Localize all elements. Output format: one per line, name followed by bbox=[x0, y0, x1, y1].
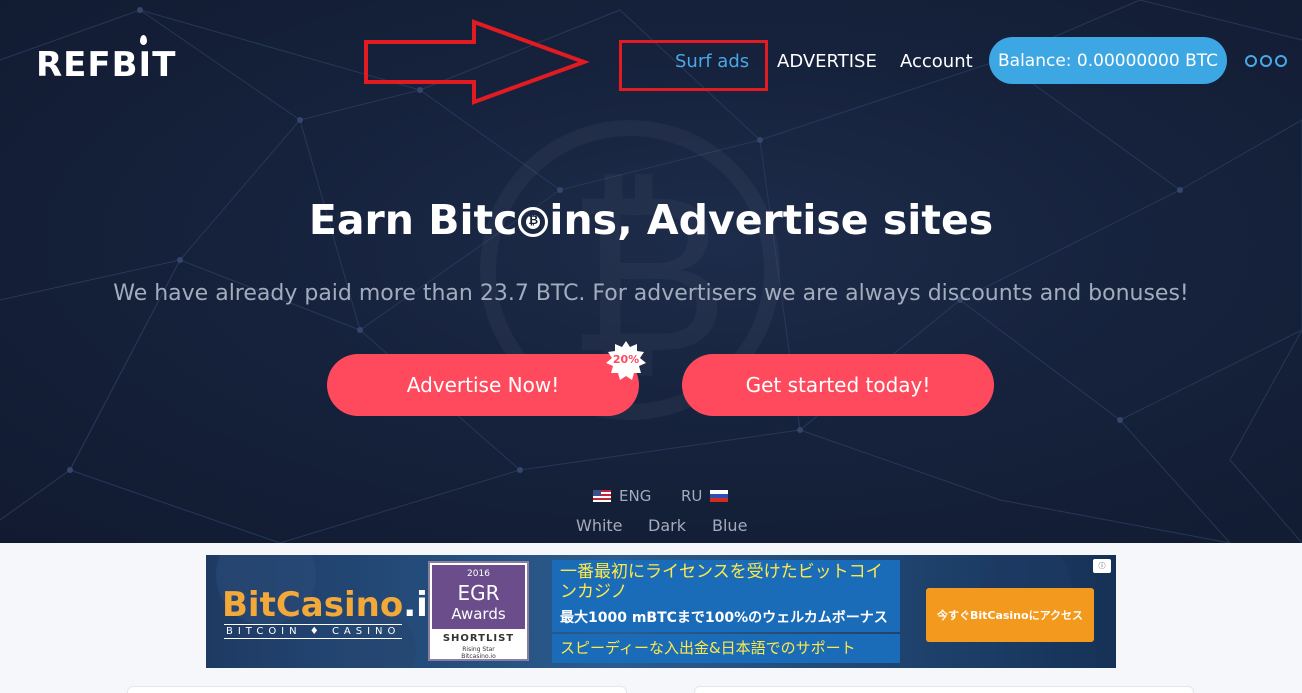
promo-line-3: スピーディーな入出金&日本語でのサポート bbox=[552, 634, 900, 663]
us-flag-icon bbox=[593, 490, 611, 502]
refbit-logo[interactable]: REFBIT bbox=[36, 35, 177, 85]
theme-white[interactable]: White bbox=[576, 516, 623, 535]
logo-text: REFBIT bbox=[36, 45, 177, 85]
award-title: EGR bbox=[457, 581, 500, 605]
headline-part-2: ins, Advertise sites bbox=[549, 196, 994, 244]
egr-award-badge: 2016 EGR Awards SHORTLIST Rising Star Bi… bbox=[428, 561, 529, 661]
bitcasino-tagline: BITCOIN ♦ CASINO bbox=[224, 624, 403, 639]
discount-badge: 20% bbox=[606, 341, 646, 381]
content-card bbox=[694, 686, 1194, 693]
promo-line-1: 一番最初にライセンスを受けたビットコインカジノ bbox=[552, 560, 900, 604]
annotation-highlight-box bbox=[619, 40, 768, 91]
language-ru-label: RU bbox=[681, 487, 703, 505]
language-eng-label: ENG bbox=[619, 487, 652, 505]
dot bbox=[1245, 55, 1257, 67]
award-category: Rising Star bbox=[462, 646, 495, 653]
theme-blue[interactable]: Blue bbox=[712, 516, 747, 535]
dot bbox=[1260, 55, 1272, 67]
adchoices-icon[interactable]: ⓘ bbox=[1093, 559, 1111, 573]
hero-subline: We have already paid more than 23.7 BTC.… bbox=[113, 281, 1189, 306]
hero-headline: Earn Bitc ins, Advertise sites bbox=[0, 196, 1302, 244]
award-year: 2016 bbox=[467, 569, 490, 579]
badge-text: 20% bbox=[612, 353, 640, 366]
bitcasino-access-button[interactable]: 今すぐBitCasinoにアクセス bbox=[926, 588, 1094, 642]
dot bbox=[1275, 55, 1287, 67]
balance-button[interactable]: Balance: 0.00000000 BTC bbox=[989, 37, 1227, 84]
advertise-now-button[interactable]: Advertise Now! bbox=[327, 354, 639, 416]
promo-line-2: 最大1000 mBTCまで100%のウェルカムボーナス bbox=[552, 604, 900, 632]
hero-section: REFBIT Surf ads ADVERTISE Account Balanc… bbox=[0, 0, 1302, 543]
russia-flag-icon bbox=[710, 490, 729, 502]
language-ru[interactable]: RU bbox=[681, 487, 729, 505]
bitcasino-brand: BitCasino bbox=[222, 585, 404, 625]
annotation-arrow-icon bbox=[364, 19, 590, 105]
language-eng[interactable]: ENG bbox=[593, 487, 651, 505]
get-started-button[interactable]: Get started today! bbox=[682, 354, 994, 416]
award-shortlist: SHORTLIST bbox=[442, 633, 515, 644]
logo-drop-icon bbox=[140, 35, 147, 45]
bitcasino-logo: BitCasino.io bbox=[222, 585, 451, 625]
ad-banner[interactable]: BitCasino.io BITCOIN ♦ CASINO 2016 EGR A… bbox=[206, 555, 1116, 668]
nav-advertise[interactable]: ADVERTISE bbox=[777, 51, 877, 72]
three-dots-icon[interactable] bbox=[1245, 55, 1287, 67]
award-site: Bitcasino.io bbox=[461, 653, 496, 660]
bitcoin-coin-icon bbox=[518, 207, 549, 237]
nav-account[interactable]: Account bbox=[900, 51, 973, 72]
award-name: Awards bbox=[451, 605, 506, 623]
egr-award-top: 2016 EGR Awards bbox=[432, 565, 525, 629]
content-card bbox=[127, 686, 627, 693]
headline-part-1: Earn Bitc bbox=[308, 196, 518, 244]
japanese-promo-text: 一番最初にライセンスを受けたビットコインカジノ 最大1000 mBTCまで100… bbox=[552, 560, 900, 663]
theme-dark[interactable]: Dark bbox=[648, 516, 686, 535]
